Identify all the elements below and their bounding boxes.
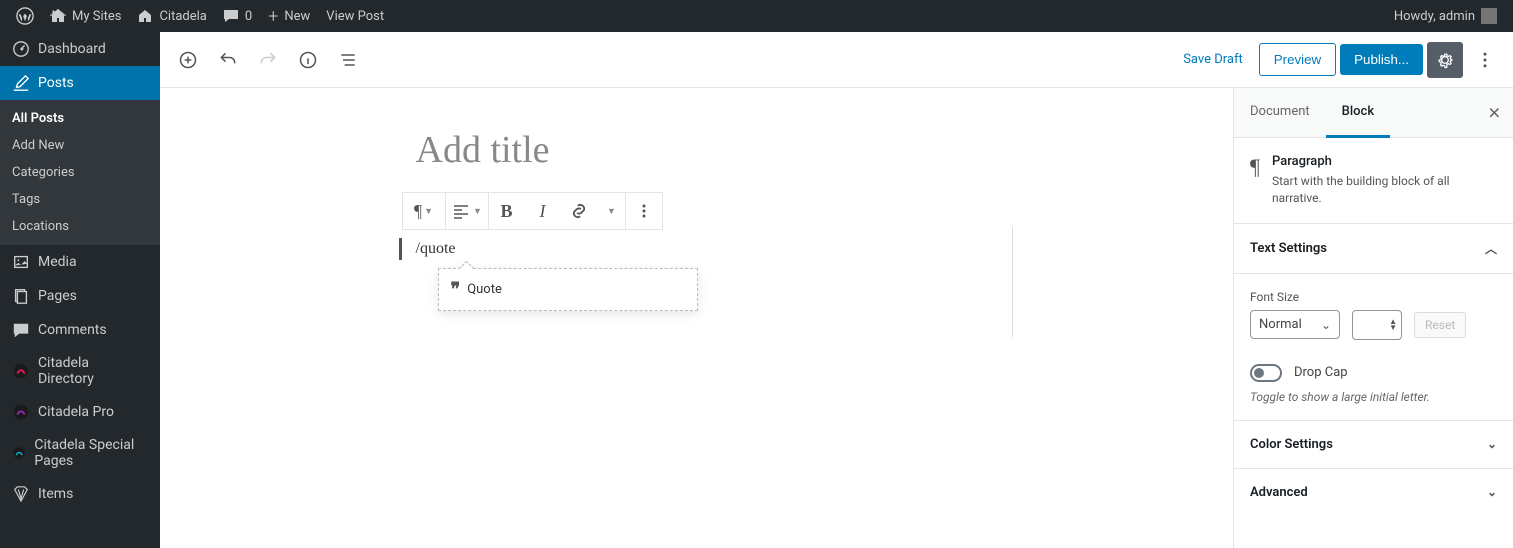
chevron-down-icon: ▼	[473, 206, 482, 217]
my-sites-link[interactable]: My Sites	[42, 8, 129, 24]
chevron-down-icon: ⌄	[1487, 485, 1497, 499]
column-divider	[1012, 227, 1013, 337]
tab-document[interactable]: Document	[1234, 88, 1326, 137]
quote-icon: ❞	[451, 279, 458, 300]
drop-cap-label: Drop Cap	[1294, 365, 1348, 380]
spinner-icon: ▲▼	[1389, 319, 1397, 331]
admin-bar: My Sites Citadela 0 + New View Post Howd…	[0, 0, 1513, 32]
editor-body: Add title ¶ ▼ ▼	[160, 88, 1513, 548]
italic-button[interactable]: I	[525, 193, 561, 229]
comments-count: 0	[245, 9, 252, 24]
italic-icon: I	[540, 201, 546, 222]
site-name-label: Citadela	[159, 9, 206, 24]
chevron-down-icon: ▼	[607, 206, 616, 217]
sidebar-posts-label: Posts	[38, 75, 74, 91]
my-sites-label: My Sites	[72, 9, 121, 24]
drop-cap-hint: Toggle to show a large initial letter.	[1250, 390, 1497, 404]
autocomplete-option-quote[interactable]: ❞ Quote	[439, 269, 697, 310]
paragraph-text[interactable]: /quote	[416, 240, 456, 257]
chevron-up-icon: ︿	[1485, 240, 1497, 257]
advanced-panel-header[interactable]: Advanced ⌄	[1234, 469, 1513, 516]
font-size-select[interactable]: Normal ⌄	[1250, 310, 1340, 339]
account-link[interactable]: Howdy, admin	[1386, 8, 1505, 24]
plus-icon: +	[268, 6, 278, 27]
sidebar-media[interactable]: Media	[0, 245, 160, 279]
sidebar-add-new[interactable]: Add New	[0, 132, 160, 159]
sidebar-pages[interactable]: Pages	[0, 279, 160, 313]
view-post-label: View Post	[326, 9, 384, 24]
chevron-down-icon: ⌄	[1487, 437, 1497, 451]
sidebar-dashboard[interactable]: Dashboard	[0, 32, 160, 66]
info-button[interactable]	[290, 42, 326, 78]
publish-button[interactable]: Publish...	[1340, 44, 1423, 75]
sidebar-all-posts[interactable]: All Posts	[0, 105, 160, 132]
chevron-down-icon: ▼	[424, 206, 433, 217]
text-settings-panel: Font Size Normal ⌄ ▲▼ Reset Drop Cap Tog…	[1234, 274, 1513, 421]
editor-canvas[interactable]: Add title ¶ ▼ ▼	[160, 88, 1233, 548]
sidebar-tags[interactable]: Tags	[0, 186, 160, 213]
view-post-link[interactable]: View Post	[318, 9, 392, 24]
add-block-button[interactable]	[170, 42, 206, 78]
chevron-down-icon: ⌄	[1321, 318, 1331, 332]
font-size-label: Font Size	[1250, 290, 1497, 304]
avatar	[1481, 8, 1497, 24]
settings-tabs: Document Block ✕	[1234, 88, 1513, 138]
close-icon: ✕	[1488, 103, 1501, 122]
admin-bar-left: My Sites Citadela 0 + New View Post	[8, 6, 392, 27]
sidebar-comments[interactable]: Comments	[0, 313, 160, 347]
wp-logo[interactable]	[8, 7, 42, 25]
editor-main: Save Draft Preview Publish... Add title	[160, 32, 1513, 548]
settings-sidebar: Document Block ✕ ¶ Paragraph Start with …	[1233, 88, 1513, 548]
sidebar-posts-submenu: All Posts Add New Categories Tags Locati…	[0, 100, 160, 245]
new-label: New	[284, 9, 310, 24]
undo-button[interactable]	[210, 42, 246, 78]
paragraph-icon: ¶	[1250, 154, 1260, 207]
block-autocomplete-popover: ❞ Quote	[438, 268, 698, 311]
autocomplete-label: Quote	[467, 282, 502, 297]
editor-toolbar: Save Draft Preview Publish...	[160, 32, 1513, 88]
link-button[interactable]	[561, 193, 597, 229]
save-draft-button[interactable]: Save Draft	[1171, 44, 1255, 75]
block-info: ¶ Paragraph Start with the building bloc…	[1234, 138, 1513, 224]
close-settings-button[interactable]: ✕	[1484, 99, 1505, 126]
tab-block[interactable]: Block	[1326, 88, 1390, 138]
redo-button[interactable]	[250, 42, 286, 78]
block-type-switcher[interactable]: ¶ ▼	[403, 193, 445, 229]
block-toolbar: ¶ ▼ ▼ B I	[402, 192, 663, 230]
post-title-input[interactable]: Add title	[402, 128, 992, 192]
font-size-number-input[interactable]: ▲▼	[1352, 310, 1402, 340]
sidebar-citadela-special[interactable]: Citadela Special Pages	[0, 429, 160, 477]
comments-link[interactable]: 0	[215, 8, 260, 24]
new-link[interactable]: + New	[260, 6, 318, 27]
color-settings-panel-header[interactable]: Color Settings ⌄	[1234, 421, 1513, 469]
sidebar-citadela-pro[interactable]: Citadela Pro	[0, 395, 160, 429]
outline-button[interactable]	[330, 42, 366, 78]
sidebar-dashboard-label: Dashboard	[38, 41, 106, 57]
preview-button[interactable]: Preview	[1259, 43, 1336, 76]
more-format-button[interactable]: ▼	[597, 193, 625, 229]
drop-cap-toggle[interactable]	[1250, 364, 1282, 382]
sidebar-locations[interactable]: Locations	[0, 213, 160, 240]
bold-icon: B	[500, 201, 512, 222]
bold-button[interactable]: B	[489, 193, 525, 229]
reset-button[interactable]: Reset	[1414, 312, 1466, 338]
admin-sidebar: Dashboard Posts All Posts Add New Catego…	[0, 32, 160, 548]
block-description: Start with the building block of all nar…	[1272, 173, 1497, 207]
site-link[interactable]: Citadela	[129, 8, 214, 24]
sidebar-citadela-directory[interactable]: Citadela Directory	[0, 347, 160, 395]
paragraph-icon: ¶	[414, 201, 422, 222]
greeting-label: Howdy, admin	[1394, 9, 1475, 24]
block-name: Paragraph	[1272, 154, 1497, 169]
sidebar-categories[interactable]: Categories	[0, 159, 160, 186]
text-settings-panel-header[interactable]: Text Settings ︿	[1234, 224, 1513, 274]
paragraph-block[interactable]: /quote ❞ Quote	[399, 238, 992, 260]
block-more-button[interactable]	[626, 193, 662, 229]
admin-bar-right: Howdy, admin	[1386, 8, 1505, 24]
sidebar-posts[interactable]: Posts	[0, 66, 160, 100]
settings-toggle-button[interactable]	[1427, 42, 1463, 78]
sidebar-items[interactable]: Items	[0, 477, 160, 511]
align-button[interactable]: ▼	[446, 193, 488, 229]
more-menu-button[interactable]	[1467, 42, 1503, 78]
